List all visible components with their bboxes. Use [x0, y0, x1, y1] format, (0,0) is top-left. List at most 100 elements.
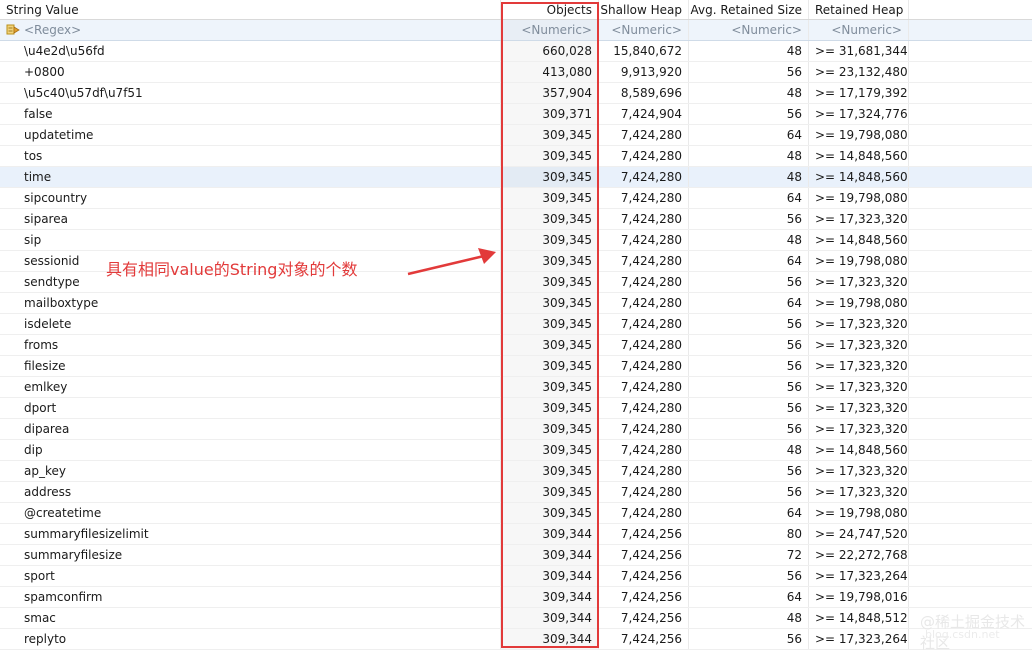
table-row[interactable]: siparea 309,345 7,424,280 56 >= 17,323,320: [0, 209, 1032, 230]
table-row[interactable]: diparea 309,345 7,424,280 56 >= 17,323,320: [0, 419, 1032, 440]
string-value-cell: dport: [0, 398, 501, 418]
retained-heap-cell: >= 24,747,520: [809, 524, 909, 544]
table-row[interactable]: sipcountry 309,345 7,424,280 64 >= 19,798,08…: [0, 188, 1032, 209]
table-row[interactable]: @createtime 309,345 7,424,280 64 >= 19,798,0…: [0, 503, 1032, 524]
shallow-heap-cell: 7,424,280: [599, 440, 689, 460]
table-row[interactable]: mailboxtype 309,345 7,424,280 64 >= 19,798,0…: [0, 293, 1032, 314]
shallow-heap-filter-cell[interactable]: <Numeric>: [599, 20, 689, 40]
table-row[interactable]: froms 309,345 7,424,280 56 >= 17,323,320: [0, 335, 1032, 356]
column-header-retained-heap[interactable]: Retained Heap: [809, 0, 909, 19]
column-header-avg-retained-size[interactable]: Avg. Retained Size: [689, 0, 809, 19]
table-row[interactable]: sip 309,345 7,424,280 48 >= 14,848,560: [0, 230, 1032, 251]
column-header-string-value[interactable]: String Value: [0, 0, 501, 19]
avg-retained-filter-cell[interactable]: <Numeric>: [689, 20, 809, 40]
objects-cell: 309,345: [501, 293, 599, 313]
objects-cell: 309,344: [501, 629, 599, 649]
avg-retained-size-cell: 56: [689, 566, 809, 586]
shallow-heap-cell: 7,424,280: [599, 188, 689, 208]
objects-cell: 357,904: [501, 83, 599, 103]
retained-heap-cell: >= 17,323,264: [809, 629, 909, 649]
column-header-shallow-heap[interactable]: Shallow Heap: [599, 0, 689, 19]
shallow-heap-cell: 7,424,280: [599, 230, 689, 250]
row-filler: [909, 377, 1032, 397]
retained-heap-cell: >= 17,323,320: [809, 272, 909, 292]
retained-heap-cell: >= 14,848,560: [809, 440, 909, 460]
table-row[interactable]: emlkey 309,345 7,424,280 56 >= 17,323,320: [0, 377, 1032, 398]
shallow-heap-cell: 9,913,920: [599, 62, 689, 82]
avg-retained-size-cell: 56: [689, 356, 809, 376]
objects-cell: 309,345: [501, 482, 599, 502]
shallow-heap-cell: 7,424,256: [599, 545, 689, 565]
string-value-cell: sport: [0, 566, 501, 586]
table-row[interactable]: updatetime 309,345 7,424,280 64 >= 19,798,08…: [0, 125, 1032, 146]
objects-cell: 309,345: [501, 272, 599, 292]
table-row[interactable]: summaryfilesizelimit 309,344 7,424,256 80 >=…: [0, 524, 1032, 545]
avg-retained-size-cell: 72: [689, 545, 809, 565]
string-value-cell: summaryfilesize: [0, 545, 501, 565]
shallow-heap-cell: 7,424,280: [599, 398, 689, 418]
avg-retained-size-cell: 56: [689, 419, 809, 439]
column-header-filler: [909, 0, 1032, 19]
shallow-heap-cell: 7,424,280: [599, 482, 689, 502]
retained-heap-cell: >= 17,323,264: [809, 566, 909, 586]
row-filler: [909, 566, 1032, 586]
string-value-cell: diparea: [0, 419, 501, 439]
objects-cell: 309,345: [501, 209, 599, 229]
table-row[interactable]: false 309,371 7,424,904 56 >= 17,324,776: [0, 104, 1032, 125]
table-row[interactable]: address 309,345 7,424,280 56 >= 17,323,320: [0, 482, 1032, 503]
retained-heap-cell: >= 14,848,560: [809, 230, 909, 250]
objects-filter-cell[interactable]: <Numeric>: [501, 20, 599, 40]
table-row[interactable]: \u5c40\u57df\u7f51 357,904 8,589,696 48 >= 1…: [0, 83, 1032, 104]
row-filler: [909, 524, 1032, 544]
table-row[interactable]: sport 309,344 7,424,256 56 >= 17,323,264: [0, 566, 1032, 587]
table-row[interactable]: smac 309,344 7,424,256 48 >= 14,848,512: [0, 608, 1032, 629]
retained-heap-cell: >= 17,323,320: [809, 314, 909, 334]
table-row[interactable]: dip 309,345 7,424,280 48 >= 14,848,560: [0, 440, 1032, 461]
string-value-cell: summaryfilesizelimit: [0, 524, 501, 544]
avg-retained-size-cell: 56: [689, 335, 809, 355]
table-row[interactable]: +0800 413,080 9,913,920 56 >= 23,132,480: [0, 62, 1032, 83]
shallow-heap-cell: 7,424,256: [599, 524, 689, 544]
retained-heap-cell: >= 23,132,480: [809, 62, 909, 82]
retained-heap-cell: >= 17,323,320: [809, 419, 909, 439]
avg-retained-size-cell: 64: [689, 188, 809, 208]
avg-retained-size-cell: 56: [689, 209, 809, 229]
table-row[interactable]: spamconfirm 309,344 7,424,256 64 >= 19,798,0…: [0, 587, 1032, 608]
table-row[interactable]: replyto 309,344 7,424,256 56 >= 17,323,264: [0, 629, 1032, 650]
table-row[interactable]: \u4e2d\u56fd 660,028 15,840,672 48 >= 31,681…: [0, 41, 1032, 62]
table-row[interactable]: tos 309,345 7,424,280 48 >= 14,848,560: [0, 146, 1032, 167]
objects-cell: 309,345: [501, 314, 599, 334]
table-row[interactable]: isdelete 309,345 7,424,280 56 >= 17,323,320: [0, 314, 1032, 335]
table-row[interactable]: time 309,345 7,424,280 48 >= 14,848,560: [0, 167, 1032, 188]
row-filler: [909, 251, 1032, 271]
row-filler: [909, 419, 1032, 439]
annotation-text: 具有相同value的String对象的个数: [106, 260, 358, 279]
regex-filter-cell[interactable]: <Regex>: [0, 20, 501, 40]
table-row[interactable]: summaryfilesize 309,344 7,424,256 72 >= 22,2…: [0, 545, 1032, 566]
retained-heap-cell: >= 17,323,320: [809, 356, 909, 376]
retained-heap-cell: >= 31,681,344: [809, 41, 909, 61]
retained-heap-filter-cell[interactable]: <Numeric>: [809, 20, 909, 40]
row-filler: [909, 587, 1032, 607]
avg-retained-size-cell: 48: [689, 146, 809, 166]
objects-cell: 309,344: [501, 524, 599, 544]
avg-retained-size-cell: 56: [689, 314, 809, 334]
objects-cell: 309,345: [501, 125, 599, 145]
shallow-heap-cell: 7,424,280: [599, 461, 689, 481]
shallow-heap-cell: 7,424,280: [599, 293, 689, 313]
table-row[interactable]: ap_key 309,345 7,424,280 56 >= 17,323,320: [0, 461, 1032, 482]
row-filler: [909, 356, 1032, 376]
row-filler: [909, 314, 1032, 334]
avg-retained-size-cell: 56: [689, 482, 809, 502]
table-row[interactable]: filesize 309,345 7,424,280 56 >= 17,323,320: [0, 356, 1032, 377]
string-value-cell: dip: [0, 440, 501, 460]
row-filler: [909, 545, 1032, 565]
string-value-cell: emlkey: [0, 377, 501, 397]
objects-cell: 309,345: [501, 356, 599, 376]
column-header-objects[interactable]: Objects: [501, 0, 599, 19]
objects-cell: 309,344: [501, 566, 599, 586]
table-row[interactable]: dport 309,345 7,424,280 56 >= 17,323,320: [0, 398, 1032, 419]
avg-retained-size-cell: 56: [689, 398, 809, 418]
shallow-heap-cell: 7,424,280: [599, 209, 689, 229]
shallow-heap-cell: 7,424,280: [599, 356, 689, 376]
